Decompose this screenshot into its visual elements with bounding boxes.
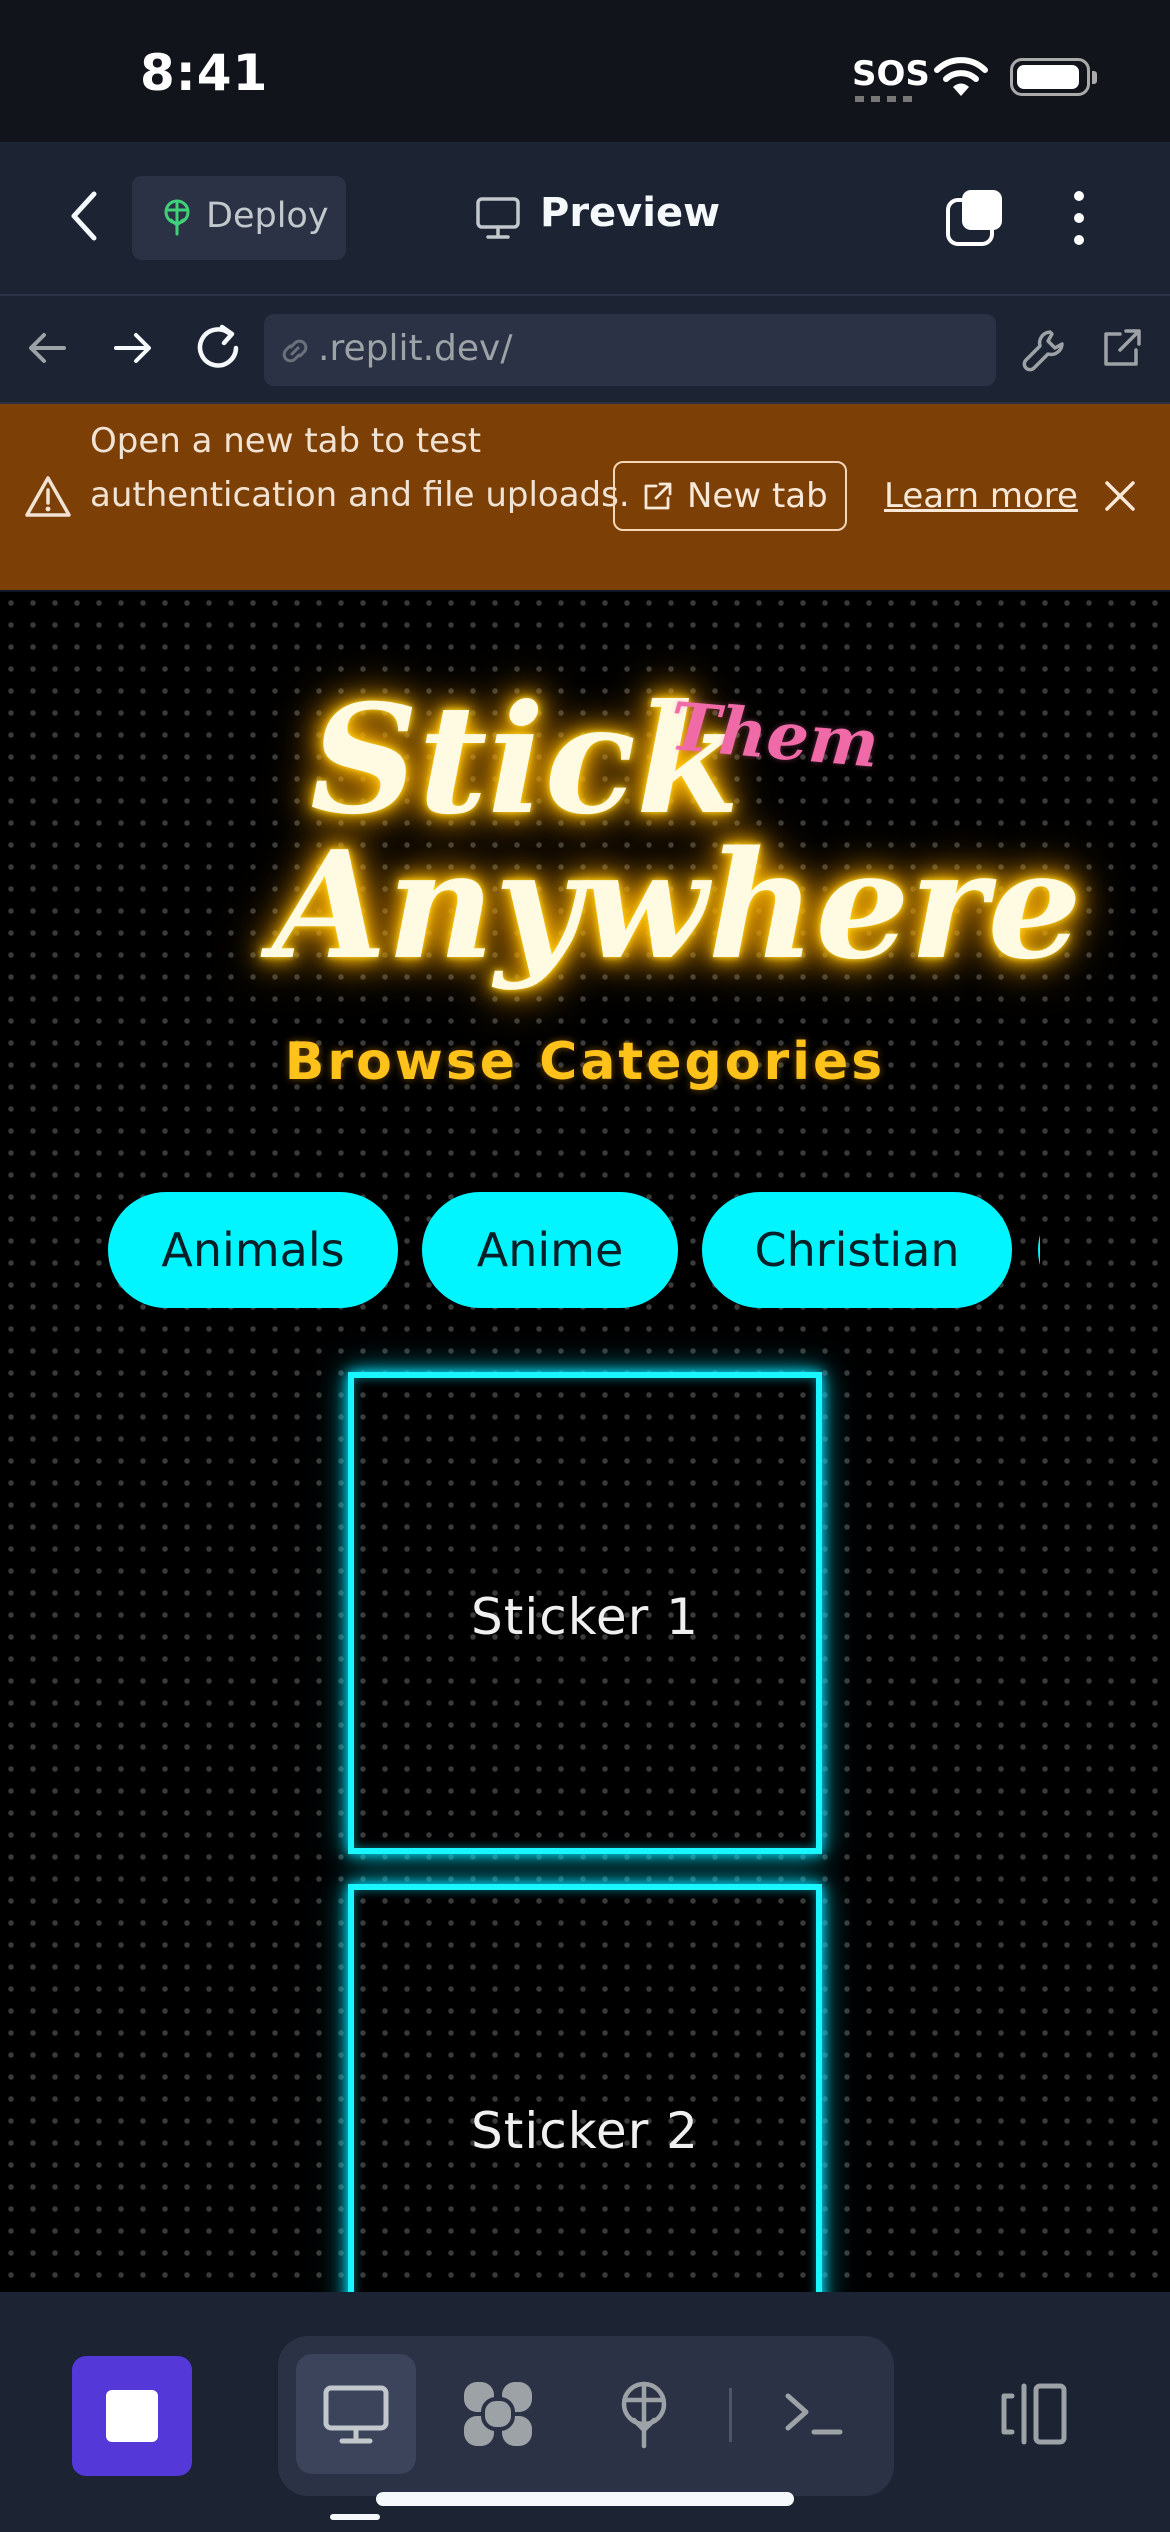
learn-more-link[interactable]: Learn more — [884, 476, 1078, 516]
tabs-icon[interactable] — [944, 188, 1004, 248]
extensions-icon[interactable] — [458, 2374, 538, 2454]
external-link-icon[interactable] — [1098, 326, 1144, 372]
sticker-label: Sticker 2 — [471, 2102, 699, 2160]
panel-layout-icon[interactable] — [996, 2374, 1076, 2454]
external-link-icon — [644, 482, 672, 510]
terminal-icon[interactable] — [774, 2374, 854, 2454]
banner-message: Open a new tab to test authentication an… — [90, 421, 630, 515]
reload-icon[interactable] — [192, 322, 244, 374]
close-icon[interactable] — [1102, 478, 1138, 514]
category-animals[interactable]: Animals — [108, 1192, 398, 1308]
deploy-tool-icon[interactable] — [604, 2374, 684, 2454]
wifi-icon — [934, 57, 988, 96]
sticker-card[interactable]: Sticker 2 — [348, 1884, 822, 2292]
browse-categories-heading: Browse Categories — [284, 1032, 886, 1092]
toolbar-divider — [729, 2388, 732, 2442]
wrench-icon[interactable] — [1020, 326, 1068, 374]
sos-indicator: SOS — [852, 54, 930, 94]
monitor-icon — [476, 197, 520, 239]
category-anime[interactable]: Anime — [422, 1192, 678, 1308]
sticker-card[interactable]: Sticker 1 — [348, 1372, 822, 1854]
link-icon — [282, 339, 308, 363]
sticker-label: Sticker 1 — [471, 1588, 699, 1646]
arrow-right-icon[interactable] — [110, 326, 154, 370]
new-tab-label: New tab — [687, 476, 828, 516]
title-anywhere: Anywhere — [272, 818, 1082, 992]
status-time: 8:41 — [140, 44, 269, 102]
back-chevron-icon[interactable] — [60, 186, 110, 246]
more-vertical-icon[interactable] — [1063, 188, 1095, 248]
scroll-clip — [1040, 1182, 1170, 1322]
warning-icon — [25, 476, 71, 517]
deploy-icon — [164, 199, 190, 236]
app-preview: Stick Them Anywhere Browse Categories An… — [0, 592, 1170, 2292]
deploy-label: Deploy — [206, 196, 329, 236]
signal-dots — [855, 96, 915, 102]
scroll-indicator — [330, 2514, 380, 2520]
monitor-icon — [323, 2385, 389, 2444]
home-indicator[interactable] — [376, 2492, 794, 2506]
category-christian[interactable]: Christian — [702, 1192, 1012, 1308]
url-text: .replit.dev/ — [318, 328, 513, 369]
preview-title: Preview — [540, 190, 721, 236]
stop-icon — [106, 2390, 158, 2442]
arrow-left-icon[interactable] — [26, 326, 70, 370]
battery-icon — [1010, 58, 1097, 96]
